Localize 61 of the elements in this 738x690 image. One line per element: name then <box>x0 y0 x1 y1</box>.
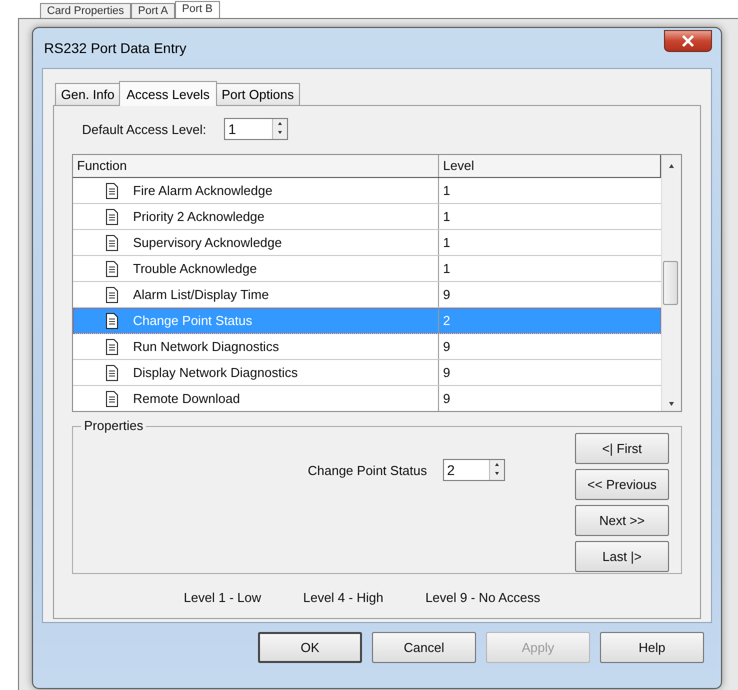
document-icon <box>105 260 119 276</box>
level-spinner[interactable]: 2 <box>443 459 505 481</box>
background-tab[interactable]: Port A <box>131 3 176 18</box>
field-label: Default Access Level: <box>82 122 206 136</box>
tab[interactable]: Port Options <box>216 83 300 105</box>
function-name: Trouble Acknowledge <box>133 261 257 276</box>
table-row[interactable]: Alarm List/Display Time 9 <box>73 282 661 308</box>
level-value: 9 <box>443 365 450 380</box>
navigation-button[interactable]: << Previous <box>575 469 669 500</box>
close-icon <box>681 35 695 47</box>
dialog-button[interactable]: Help <box>600 632 704 663</box>
tab[interactable]: Gen. Info <box>55 83 120 105</box>
function-name: Supervisory Acknowledge <box>133 235 282 250</box>
function-name: Display Network Diagnostics <box>133 365 298 380</box>
navigation-button[interactable]: Next >> <box>575 505 669 536</box>
level-value: 1 <box>443 235 450 250</box>
background-tab[interactable]: Card Properties <box>40 3 132 18</box>
document-icon <box>105 286 119 302</box>
table-row[interactable]: Display Network Diagnostics 9 <box>73 360 661 386</box>
level-legend: Level 9 - No Access <box>425 590 540 605</box>
function-name: Alarm List/Display Time <box>133 287 269 302</box>
level-legend: Level 1 - Low <box>184 590 262 605</box>
navigation-button[interactable]: Last |> <box>575 541 669 572</box>
level-value: 9 <box>443 339 450 354</box>
column-header[interactable]: Function <box>73 155 439 177</box>
dialog-button[interactable]: OK <box>258 632 362 663</box>
level-value: 2 <box>443 313 450 328</box>
scroll-thumb[interactable] <box>663 261 678 305</box>
level-value: 1 <box>443 261 450 276</box>
background-tab[interactable]: Port B <box>175 1 220 18</box>
dialog-button[interactable]: Cancel <box>372 632 476 663</box>
document-icon <box>105 208 119 224</box>
function-name: Fire Alarm Acknowledge <box>133 183 272 198</box>
document-icon <box>105 338 119 354</box>
field-label: Change Point Status <box>308 462 427 478</box>
table-row[interactable]: Supervisory Acknowledge 1 <box>73 230 661 256</box>
table-row[interactable]: Fire Alarm Acknowledge 1 <box>73 178 661 204</box>
table-row[interactable]: Run Network Diagnostics 9 <box>73 334 661 360</box>
function-name: Remote Download <box>133 391 240 406</box>
level-value: 1 <box>443 183 450 198</box>
window-title: RS232 Port Data Entry <box>43 40 186 56</box>
function-name: Priority 2 Acknowledge <box>133 209 265 224</box>
document-icon <box>105 390 119 406</box>
level-value: 9 <box>443 391 450 406</box>
level-value: 9 <box>443 287 450 302</box>
document-icon <box>105 182 119 198</box>
close-button[interactable] <box>664 30 712 52</box>
level-legend: Level 4 - High <box>303 590 384 605</box>
level-value: 1 <box>443 209 450 224</box>
table-row[interactable]: Priority 2 Acknowledge 1 <box>73 204 661 230</box>
table-row[interactable]: Trouble Acknowledge 1 <box>73 256 661 282</box>
function-name: Run Network Diagnostics <box>133 339 279 354</box>
access-level-spinner[interactable]: 1 <box>224 118 288 140</box>
function-name: Change Point Status <box>133 313 252 328</box>
document-icon <box>105 312 119 328</box>
vertical-scrollbar[interactable] <box>661 155 681 411</box>
tab[interactable]: Access Levels <box>119 81 217 106</box>
document-icon <box>105 234 119 250</box>
group-title: Properties <box>81 418 146 433</box>
document-icon <box>105 364 119 380</box>
navigation-button[interactable]: <| First <box>575 433 669 464</box>
